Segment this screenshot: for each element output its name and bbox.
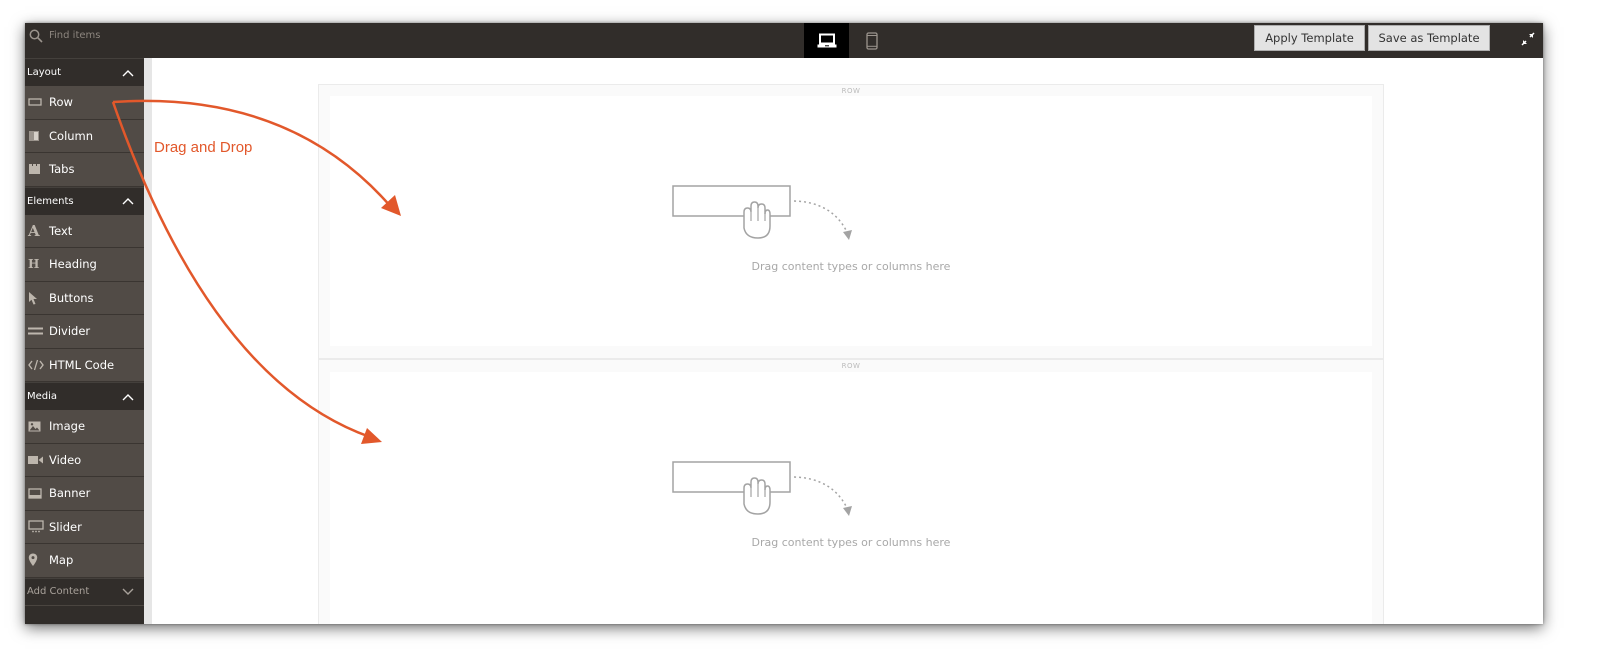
sidebar-item-text[interactable]: A Text [25,214,144,248]
sidebar-item-heading[interactable]: H Heading [25,248,144,282]
sidebar-item-slider[interactable]: Slider [25,510,144,544]
exit-fullscreen-button[interactable] [1520,31,1536,47]
device-mobile-button[interactable] [849,23,894,58]
sidebar-item-label: Slider [49,519,82,534]
sidebar-item-label: Buttons [49,290,94,305]
row-container[interactable]: ROW Drag content types or columns here [318,84,1384,359]
slider-icon [28,520,44,533]
code-icon [28,359,44,370]
chevron-down-icon [122,588,134,595]
group-header-add-content[interactable]: Add Content [25,577,144,606]
laptop-icon [817,33,836,47]
column-icon [29,130,39,141]
group-label: Media [27,391,58,402]
group-header-media[interactable]: Media [25,382,144,410]
sidebar-item-label: Video [49,452,82,467]
drag-hand-illustration-icon [672,185,852,240]
drop-zone-hint: Drag content types or columns here [751,536,951,549]
row-label: ROW [841,362,861,370]
banner-icon [28,488,42,499]
mobile-phone-icon [865,31,878,50]
search-icon [29,29,43,43]
chevron-up-icon [122,198,134,205]
content-sidebar: Layout Row Column Tabs Elements A Text H… [25,58,144,624]
sidebar-item-label: Text [49,223,73,238]
sidebar-item-column[interactable]: Column [25,119,144,153]
heading-icon: H [28,257,40,272]
cursor-pointer-icon [29,291,37,305]
sidebar-item-map[interactable]: Map [25,544,144,578]
row-drop-zone[interactable]: Drag content types or columns here [330,372,1372,624]
search-input[interactable] [49,30,139,41]
apply-template-button[interactable]: Apply Template [1254,25,1365,51]
sidebar-item-label: HTML Code [49,357,115,372]
sidebar-item-label: Row [49,95,73,110]
sidebar-item-label: Banner [49,486,91,501]
sidebar-item-label: Tabs [49,162,75,177]
group-label: Elements [27,195,74,207]
chevron-up-icon [122,69,134,76]
sidebar-item-image[interactable]: Image [25,410,144,444]
top-toolbar: Apply Template Save as Template [25,23,1543,58]
drag-hand-illustration-icon [672,461,852,516]
image-icon [28,421,41,432]
sidebar-item-label: Image [49,419,86,434]
device-desktop-button[interactable] [804,23,849,58]
row-icon [28,98,42,106]
stage-canvas: ROW Drag content types or columns here R… [152,58,1543,624]
group-label: Add Content [27,586,90,597]
sidebar-item-tabs[interactable]: Tabs [25,153,144,187]
row-label: ROW [841,87,861,95]
group-label: Layout [27,67,61,78]
sidebar-item-divider[interactable]: Divider [25,315,144,349]
sidebar-item-label: Map [49,553,74,568]
map-pin-icon [28,553,38,567]
sidebar-item-video[interactable]: Video [25,443,144,477]
annotation-label: Drag and Drop [154,139,253,156]
row-container[interactable]: ROW Drag content types or columns here [318,359,1384,624]
sidebar-item-label: Column [49,128,94,143]
save-as-template-button[interactable]: Save as Template [1368,25,1490,51]
drop-zone-hint: Drag content types or columns here [751,260,951,273]
group-header-layout[interactable]: Layout [25,58,144,86]
collapse-fullscreen-icon [1521,32,1535,46]
sidebar-item-row[interactable]: Row [25,86,144,120]
page-builder-window: Apply Template Save as Template Layout R… [25,23,1543,624]
chevron-up-icon [122,393,134,400]
sidebar-item-banner[interactable]: Banner [25,477,144,511]
group-header-elements[interactable]: Elements [25,186,144,215]
sidebar-item-label: Heading [49,257,97,272]
sidebar-item-label: Divider [49,324,91,339]
sidebar-item-html-code[interactable]: HTML Code [25,348,144,382]
tabs-icon [29,164,40,175]
text-icon: A [28,221,40,240]
sidebar-divider [144,58,152,624]
row-drop-zone[interactable]: Drag content types or columns here [330,96,1372,346]
video-icon [28,455,43,464]
sidebar-item-buttons[interactable]: Buttons [25,281,144,315]
divider-icon [28,327,43,335]
search-box [25,23,144,48]
